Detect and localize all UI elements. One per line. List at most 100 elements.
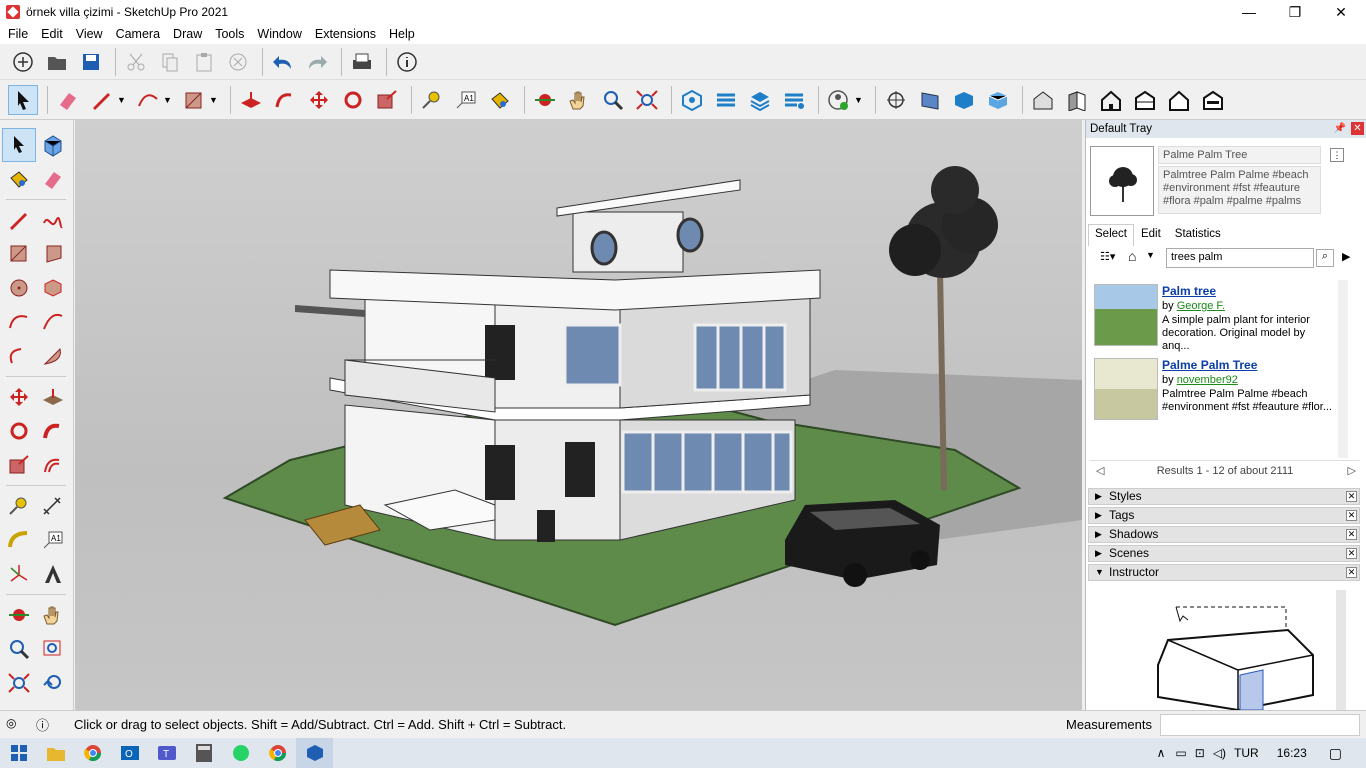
list-item[interactable]: Palme Palm Tree by november92 Palmtree P… [1090, 354, 1336, 428]
erase-icon[interactable] [223, 47, 253, 77]
paste-icon[interactable] [189, 47, 219, 77]
file-explorer-icon[interactable] [37, 738, 74, 768]
teams-icon[interactable]: T [148, 738, 185, 768]
arc-tool-icon[interactable] [2, 305, 36, 339]
rotate-icon[interactable] [338, 85, 368, 115]
move-icon[interactable] [304, 85, 334, 115]
follow-me-tool-icon[interactable] [36, 414, 70, 448]
3d-warehouse-icon[interactable] [677, 85, 707, 115]
shaded-textures-icon[interactable] [1198, 85, 1228, 115]
circle-tool-icon[interactable] [2, 271, 36, 305]
result-title[interactable]: Palm tree [1162, 284, 1216, 298]
dimension-tool-icon[interactable] [36, 489, 70, 523]
position-camera-icon[interactable] [881, 85, 911, 115]
tab-statistics[interactable]: Statistics [1168, 224, 1228, 246]
eraser-tool-icon[interactable] [36, 162, 70, 196]
info-icon[interactable]: ⓘ [36, 715, 49, 734]
search-icon[interactable]: ⌕ [1316, 249, 1334, 267]
next-page-icon[interactable]: ▷ [1348, 461, 1356, 481]
line-tool-icon[interactable] [2, 203, 36, 237]
undo-icon[interactable] [268, 47, 298, 77]
previous-view-icon[interactable] [36, 666, 70, 700]
list-item[interactable]: Palm tree by George F. A simple palm pla… [1090, 280, 1336, 354]
extension-warehouse-icon[interactable] [711, 85, 741, 115]
forward-arrow-icon[interactable]: ▶ [1342, 250, 1350, 263]
back-edges-icon[interactable] [1062, 85, 1092, 115]
pan-tool-icon[interactable] [36, 598, 70, 632]
polygon-tool-icon[interactable] [36, 271, 70, 305]
rotate-tool-icon[interactable] [2, 414, 36, 448]
copy-icon[interactable] [155, 47, 185, 77]
close-button[interactable]: ✕ [1318, 0, 1364, 24]
hidden-line-icon[interactable] [1130, 85, 1160, 115]
calculator-icon[interactable] [185, 738, 222, 768]
rotated-rectangle-icon[interactable] [36, 237, 70, 271]
result-title[interactable]: Palme Palm Tree [1162, 358, 1257, 372]
scale-icon[interactable] [372, 85, 402, 115]
home-icon[interactable]: ⌂ [1128, 248, 1136, 264]
tape-measure-icon[interactable] [417, 85, 447, 115]
tray-close-icon[interactable]: ✕ [1351, 122, 1364, 135]
account-icon[interactable] [824, 85, 854, 115]
close-icon[interactable]: ✕ [1346, 548, 1357, 559]
view-options-icon[interactable]: ☷▾ [1100, 250, 1115, 263]
zoom-icon[interactable] [598, 85, 628, 115]
three-point-arc-icon[interactable] [2, 339, 36, 373]
chrome-icon-2[interactable] [259, 738, 296, 768]
follow-me-icon[interactable] [270, 85, 300, 115]
result-author[interactable]: George F. [1177, 300, 1225, 312]
result-thumbnail[interactable] [1094, 358, 1158, 420]
pin-icon[interactable]: 📌 [1334, 123, 1346, 134]
pan-hand-icon[interactable] [564, 85, 594, 115]
panel-instructor[interactable]: ▼ Instructor ✕ [1088, 564, 1360, 581]
redo-icon[interactable] [302, 47, 332, 77]
tab-select[interactable]: Select [1088, 224, 1134, 246]
move-tool-icon[interactable] [2, 380, 36, 414]
menu-draw[interactable]: Draw [169, 27, 206, 41]
outlook-icon[interactable]: O [111, 738, 148, 768]
notifications-icon[interactable]: ▢ [1329, 745, 1342, 762]
push-pull-icon[interactable] [236, 85, 266, 115]
wireframe-icon[interactable] [1096, 85, 1126, 115]
previous-page-icon[interactable]: ◁ [1096, 461, 1104, 481]
orbit-icon[interactable] [530, 85, 560, 115]
battery-icon[interactable]: ▭ [1175, 746, 1186, 760]
result-thumbnail[interactable] [1094, 284, 1158, 346]
instructor-scrollbar[interactable] [1336, 590, 1346, 710]
zoom-window-icon[interactable] [36, 632, 70, 666]
sketchup-taskbar-icon[interactable] [296, 738, 333, 768]
volume-icon[interactable]: ◁) [1213, 746, 1226, 760]
pie-tool-icon[interactable] [36, 339, 70, 373]
close-icon[interactable]: ✕ [1346, 491, 1357, 502]
cut-icon[interactable] [121, 47, 151, 77]
windows-start-icon[interactable] [0, 738, 37, 768]
arc-dropdown-icon[interactable]: ▼ [163, 95, 173, 105]
axes-tool-icon[interactable] [2, 557, 36, 591]
menu-view[interactable]: View [72, 27, 107, 41]
pencil-line-icon[interactable] [87, 85, 117, 115]
line-dropdown-icon[interactable]: ▼ [117, 95, 127, 105]
panel-styles[interactable]: ▶ Styles ✕ [1088, 488, 1360, 505]
language-indicator[interactable]: TUR [1234, 746, 1259, 760]
open-folder-icon[interactable] [42, 47, 72, 77]
navigation-dropdown-icon[interactable]: ▼ [1146, 250, 1155, 260]
orbit-tool-icon[interactable] [2, 598, 36, 632]
text-tool-icon[interactable]: A1 [451, 85, 481, 115]
chrome-icon[interactable] [74, 738, 111, 768]
geolocation-icon[interactable]: ◎ [6, 716, 16, 730]
menu-extensions[interactable]: Extensions [311, 27, 380, 41]
push-pull-tool-icon[interactable] [36, 380, 70, 414]
close-icon[interactable]: ✕ [1346, 567, 1357, 578]
menu-file[interactable]: File [4, 27, 32, 41]
extension-manager-icon[interactable] [779, 85, 809, 115]
new-icon[interactable] [8, 47, 38, 77]
two-point-arc-icon[interactable] [36, 305, 70, 339]
tape-measure-tool-icon[interactable] [2, 489, 36, 523]
results-scrollbar[interactable] [1338, 280, 1348, 458]
model-viewport[interactable] [75, 120, 1082, 710]
model-info-icon[interactable] [392, 47, 422, 77]
details-menu-icon[interactable]: ⋮ [1330, 148, 1344, 162]
menu-tools[interactable]: Tools [211, 27, 248, 41]
tab-edit[interactable]: Edit [1134, 224, 1168, 246]
select-tool-icon[interactable] [2, 128, 36, 162]
